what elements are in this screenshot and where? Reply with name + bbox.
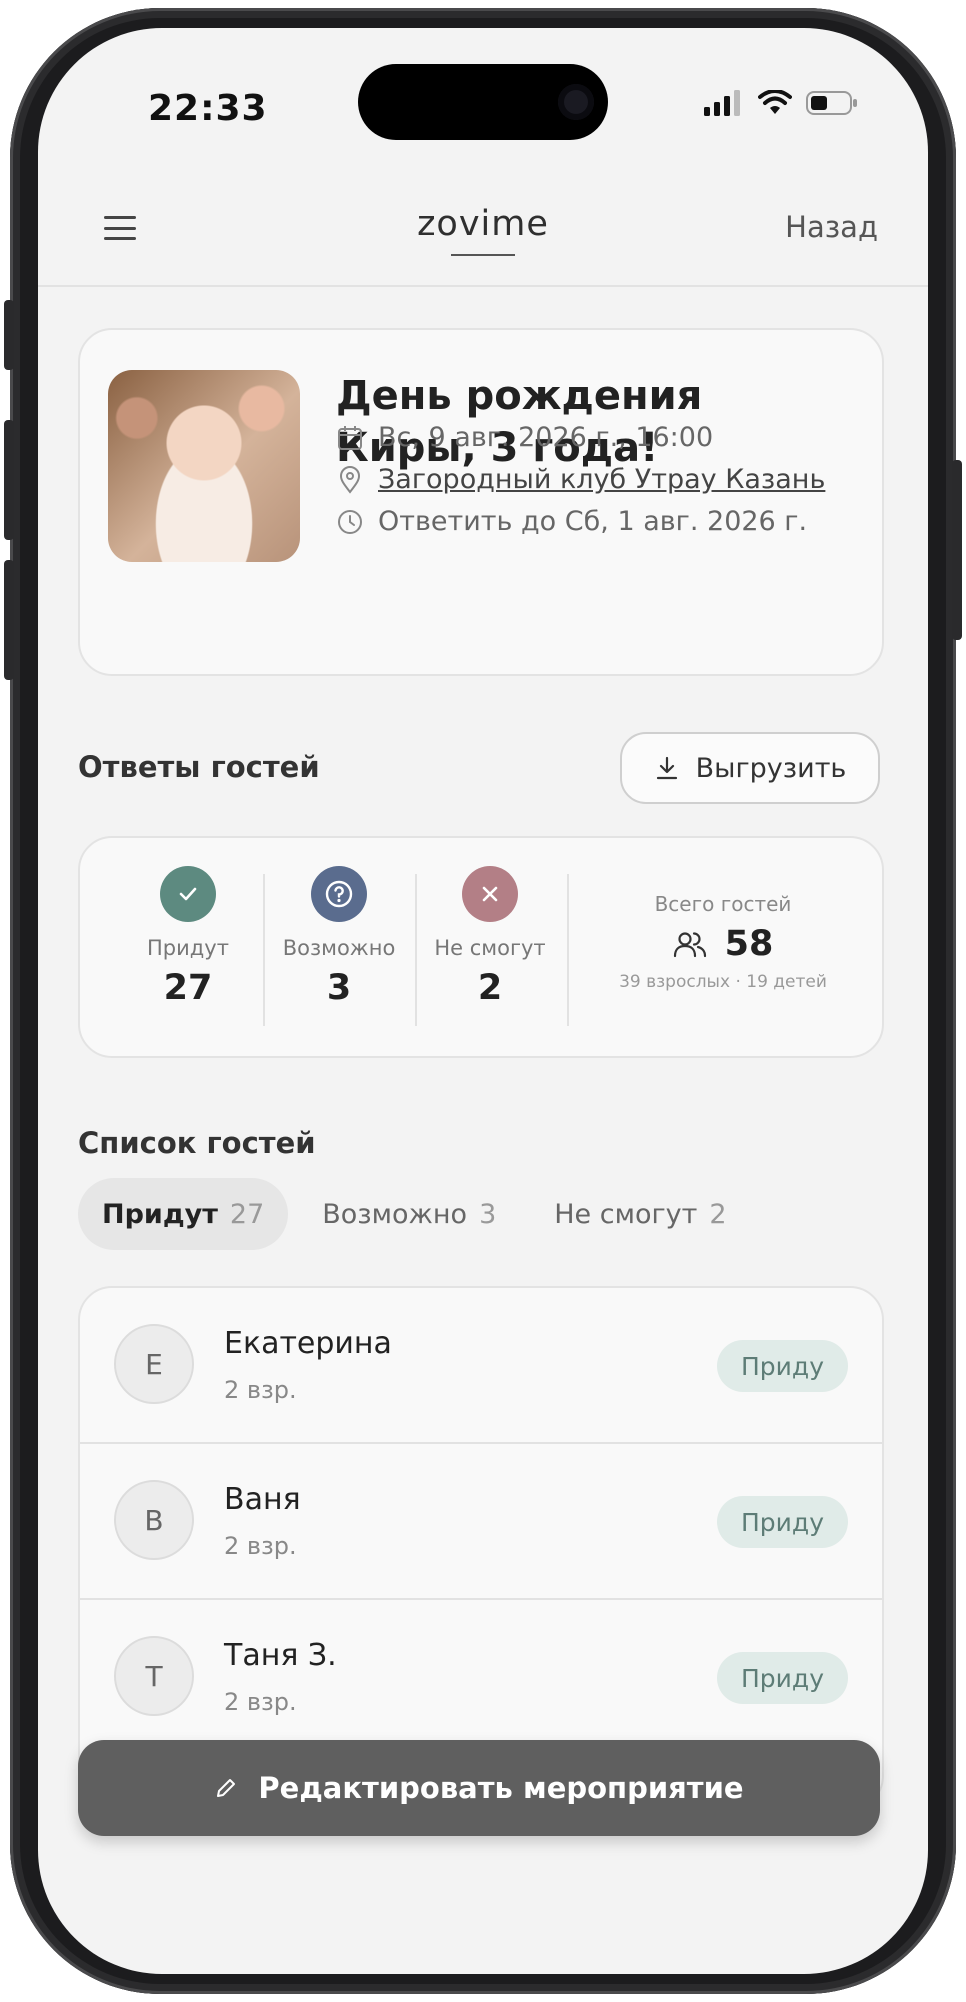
tab-maybe-label: Возможно: [322, 1198, 468, 1230]
avatar: В: [114, 1480, 194, 1560]
total-guests-breakdown: 39 взрослых · 19 детей: [619, 972, 827, 992]
event-venue-row: Загородный клуб Утрау Казань: [336, 464, 825, 495]
export-label: Выгрузить: [695, 752, 847, 784]
guest-row[interactable]: Е Екатерина 2 взр. Приду: [80, 1288, 882, 1444]
edit-event-button[interactable]: Редактировать мероприятие: [78, 1740, 880, 1836]
edit-event-label: Редактировать мероприятие: [258, 1771, 744, 1805]
tab-not-going-count: 2: [709, 1198, 727, 1230]
stat-maybe: Возможно 3: [264, 866, 414, 1008]
app-screen: 22:33 zovime Назад День рождения Киры, 3…: [38, 28, 928, 1974]
status-badge: Приду: [717, 1496, 848, 1548]
total-guests-count: 58: [724, 924, 774, 964]
download-icon: [656, 756, 677, 780]
event-photo: [108, 370, 300, 562]
guest-list: Е Екатерина 2 взр. Приду В Ваня 2 взр. П…: [78, 1286, 884, 1810]
volume-up-button: [4, 420, 14, 540]
status-badge: Приду: [717, 1652, 848, 1704]
guest-row[interactable]: В Ваня 2 взр. Приду: [80, 1444, 882, 1600]
logo-underline: [451, 254, 515, 256]
mute-switch: [4, 300, 14, 370]
check-icon: [160, 866, 216, 922]
calendar-icon: [338, 425, 362, 450]
guest-row[interactable]: Т Таня З. 2 взр. Приду: [80, 1600, 882, 1754]
stat-not-going-label: Не смогут: [434, 936, 546, 960]
event-deadline-row: Ответить до Сб, 1 авг. 2026 г.: [336, 506, 807, 537]
front-camera: [558, 84, 594, 120]
tab-not-going[interactable]: Не смогут 2: [530, 1178, 750, 1250]
clock-icon: [338, 509, 362, 534]
stat-not-going: Не смогут 2: [415, 866, 565, 1008]
tab-maybe-count: 3: [479, 1198, 497, 1230]
stat-maybe-count: 3: [326, 968, 352, 1008]
guest-name: Екатерина: [224, 1326, 392, 1361]
wifi-icon: [758, 90, 792, 114]
pencil-icon: [217, 1779, 236, 1797]
signal-icon: [704, 90, 740, 116]
guest-name: Ваня: [224, 1482, 301, 1517]
stat-maybe-label: Возможно: [282, 936, 396, 960]
event-date: Вс, 9 авг. 2026 г., 16:00: [378, 422, 714, 453]
tab-maybe[interactable]: Возможно 3: [298, 1178, 520, 1250]
guest-list-title: Список гостей: [78, 1126, 316, 1160]
status-time: 22:33: [148, 88, 268, 129]
export-button[interactable]: Выгрузить: [620, 732, 880, 804]
event-date-row: Вс, 9 авг. 2026 г., 16:00: [336, 422, 713, 453]
stat-not-going-count: 2: [477, 968, 503, 1008]
guest-detail: 2 взр.: [224, 1376, 297, 1404]
tab-going-label: Придут: [102, 1198, 218, 1230]
rsvp-deadline: Ответить до Сб, 1 авг. 2026 г.: [378, 506, 808, 537]
stat-divider: [567, 874, 569, 1026]
battery-icon: [806, 91, 857, 115]
total-guests-label: Всего гостей: [654, 892, 792, 916]
status-icons: [704, 90, 858, 116]
avatar: Е: [114, 1324, 194, 1404]
back-button[interactable]: Назад: [785, 210, 878, 244]
location-pin-icon: [339, 465, 361, 494]
question-icon: [311, 866, 367, 922]
total-guests: Всего гостей 58 39 взрослых · 19 детей: [598, 892, 848, 992]
tab-going-count: 27: [229, 1198, 265, 1230]
stat-going: Придут 27: [113, 866, 263, 1008]
people-icon: [673, 932, 706, 958]
power-button: [952, 460, 962, 640]
volume-down-button: [4, 560, 14, 680]
guest-detail: 2 взр.: [224, 1688, 297, 1716]
stat-going-label: Придут: [147, 936, 229, 960]
tab-going[interactable]: Придут 27: [78, 1178, 289, 1250]
header-divider: [38, 285, 928, 287]
tab-not-going-label: Не смогут: [554, 1198, 698, 1230]
guest-detail: 2 взр.: [224, 1532, 297, 1560]
event-venue-link[interactable]: Загородный клуб Утрау Казань: [378, 464, 825, 495]
avatar: Т: [114, 1636, 194, 1716]
responses-title: Ответы гостей: [78, 750, 320, 784]
x-icon: [462, 866, 518, 922]
stat-going-count: 27: [163, 968, 213, 1008]
guest-name: Таня З.: [224, 1638, 337, 1673]
guest-status-tabs: Придут 27 Возможно 3 Не смогут 2: [78, 1178, 751, 1250]
status-badge: Приду: [717, 1340, 848, 1392]
